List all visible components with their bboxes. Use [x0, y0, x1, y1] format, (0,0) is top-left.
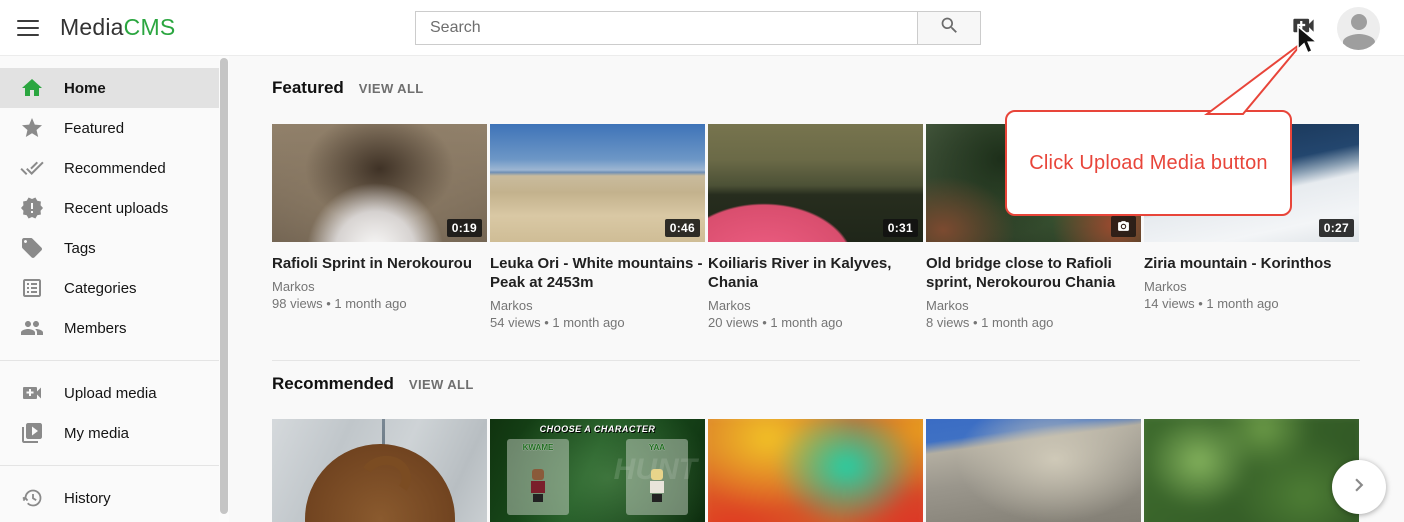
media-author[interactable]: Markos — [926, 298, 1141, 313]
recommended-view-all-link[interactable]: VIEW ALL — [409, 377, 474, 392]
annotation-text: Click Upload Media button — [1029, 152, 1267, 175]
menu-icon[interactable] — [16, 17, 40, 39]
members-icon — [20, 316, 44, 340]
categories-icon — [20, 276, 44, 300]
mediacms-app: MediaCMS Home — [0, 0, 1404, 522]
sidebar-scrollbar-thumb[interactable] — [220, 58, 228, 514]
sidebar-item-label: History — [64, 490, 111, 507]
logo-media: Media — [60, 14, 124, 40]
media-author[interactable]: Markos — [490, 298, 705, 313]
history-icon — [20, 486, 44, 510]
media-title[interactable]: Ziria mountain - Korinthos — [1144, 254, 1359, 273]
sidebar-item-label: Home — [64, 80, 106, 97]
recommended-section: Recommended VIEW ALL HUNT CHOOSE A CHARA… — [272, 360, 1360, 522]
sidebar-item-featured[interactable]: Featured — [0, 108, 220, 148]
annotation-callout: Click Upload Media button — [1005, 110, 1292, 216]
media-thumbnail-rocky-mountain[interactable] — [926, 419, 1141, 522]
recommended-card-row: HUNT CHOOSE A CHARACTER KWAME YAA Select… — [272, 419, 1360, 522]
video-library-icon — [20, 421, 44, 445]
sidebar-item-label: My media — [64, 425, 129, 442]
game-character-panel-right: YAA — [626, 439, 688, 515]
logo-cms: CMS — [124, 14, 176, 40]
media-thumbnail-green-leaves[interactable] — [1144, 419, 1359, 522]
sidebar-item-members[interactable]: Members — [0, 308, 220, 348]
user-avatar[interactable] — [1337, 7, 1380, 50]
chevron-right-icon — [1346, 472, 1372, 503]
media-thumbnail-pumpkin-craft[interactable] — [272, 419, 487, 522]
featured-view-all-link[interactable]: VIEW ALL — [359, 81, 424, 96]
tag-icon — [20, 236, 44, 260]
media-thumbnail-rafioli-sprint[interactable]: 0:19 — [272, 124, 487, 242]
sidebar-item-label: Tags — [64, 240, 96, 257]
sidebar-item-upload-media[interactable]: Upload media — [0, 373, 220, 413]
sidebar-divider — [0, 465, 220, 466]
sidebar-item-label: Featured — [64, 120, 124, 137]
logo[interactable]: MediaCMS — [60, 14, 175, 41]
sidebar-item-categories[interactable]: Categories — [0, 268, 220, 308]
media-author[interactable]: Markos — [272, 279, 487, 294]
duration-badge: 0:27 — [1319, 219, 1354, 237]
media-meta: 20 views • 1 month ago — [708, 315, 923, 330]
media-title[interactable]: Old bridge close to Rafioli sprint, Nero… — [926, 254, 1141, 292]
carousel-next-button[interactable] — [1332, 460, 1386, 514]
media-title[interactable]: Koiliaris River in Kalyves, Chania — [708, 254, 923, 292]
featured-section-title: Featured — [272, 78, 344, 98]
media-card: 0:46 Leuka Ori - White mountains - Peak … — [490, 124, 705, 330]
duration-badge: 0:31 — [883, 219, 918, 237]
search-button[interactable] — [918, 11, 981, 45]
sidebar-item-history[interactable]: History — [0, 478, 220, 518]
media-meta: 54 views • 1 month ago — [490, 315, 705, 330]
sidebar: Home Featured Recommended Recent uploads… — [0, 56, 220, 522]
duration-badge: 0:19 — [447, 219, 482, 237]
media-card: 0:19 Rafioli Sprint in Nerokourou Markos… — [272, 124, 487, 330]
upload-media-button[interactable] — [1288, 14, 1318, 42]
game-character-panel-left: KWAME — [507, 439, 569, 515]
sidebar-item-recent-uploads[interactable]: Recent uploads — [0, 188, 220, 228]
media-card: 0:31 Koiliaris River in Kalyves, Chania … — [708, 124, 923, 330]
done-all-icon — [20, 156, 44, 180]
media-author[interactable]: Markos — [1144, 279, 1359, 294]
media-meta: 8 views • 1 month ago — [926, 315, 1141, 330]
sidebar-item-tags[interactable]: Tags — [0, 228, 220, 268]
media-meta: 98 views • 1 month ago — [272, 296, 487, 311]
search-bar — [415, 11, 981, 45]
sidebar-item-label: Recent uploads — [64, 200, 168, 217]
media-title[interactable]: Leuka Ori - White mountains - Peak at 24… — [490, 254, 705, 292]
upload-media-icon — [1290, 12, 1317, 44]
sidebar-item-home[interactable]: Home — [0, 68, 220, 108]
media-title[interactable]: Rafioli Sprint in Nerokourou — [272, 254, 487, 273]
search-input[interactable] — [415, 11, 918, 45]
sidebar-item-label: Members — [64, 320, 127, 337]
sidebar-scrollbar-track[interactable] — [219, 56, 229, 522]
sidebar-item-my-media[interactable]: My media — [0, 413, 220, 453]
media-author[interactable]: Markos — [708, 298, 923, 313]
sidebar-item-label: Categories — [64, 280, 137, 297]
media-meta: 14 views • 1 month ago — [1144, 296, 1359, 311]
image-type-badge — [1111, 216, 1136, 237]
star-icon — [20, 116, 44, 140]
media-thumbnail-koiliaris-river[interactable]: 0:31 — [708, 124, 923, 242]
media-thumbnail-game-choose-character[interactable]: HUNT CHOOSE A CHARACTER KWAME YAA Select… — [490, 419, 705, 522]
sidebar-item-label: Recommended — [64, 160, 166, 177]
video-call-icon — [20, 381, 44, 405]
sidebar-item-label: Upload media — [64, 385, 157, 402]
game-heading: CHOOSE A CHARACTER — [490, 424, 705, 434]
search-icon — [939, 15, 960, 41]
sidebar-item-recommended[interactable]: Recommended — [0, 148, 220, 188]
home-icon — [20, 76, 44, 100]
media-thumbnail-color-gradient[interactable] — [708, 419, 923, 522]
duration-badge: 0:46 — [665, 219, 700, 237]
media-thumbnail-leuka-ori[interactable]: 0:46 — [490, 124, 705, 242]
top-bar: MediaCMS — [0, 0, 1404, 56]
recommended-section-title: Recommended — [272, 374, 394, 394]
new-releases-icon — [20, 196, 44, 220]
sidebar-divider — [0, 360, 220, 361]
